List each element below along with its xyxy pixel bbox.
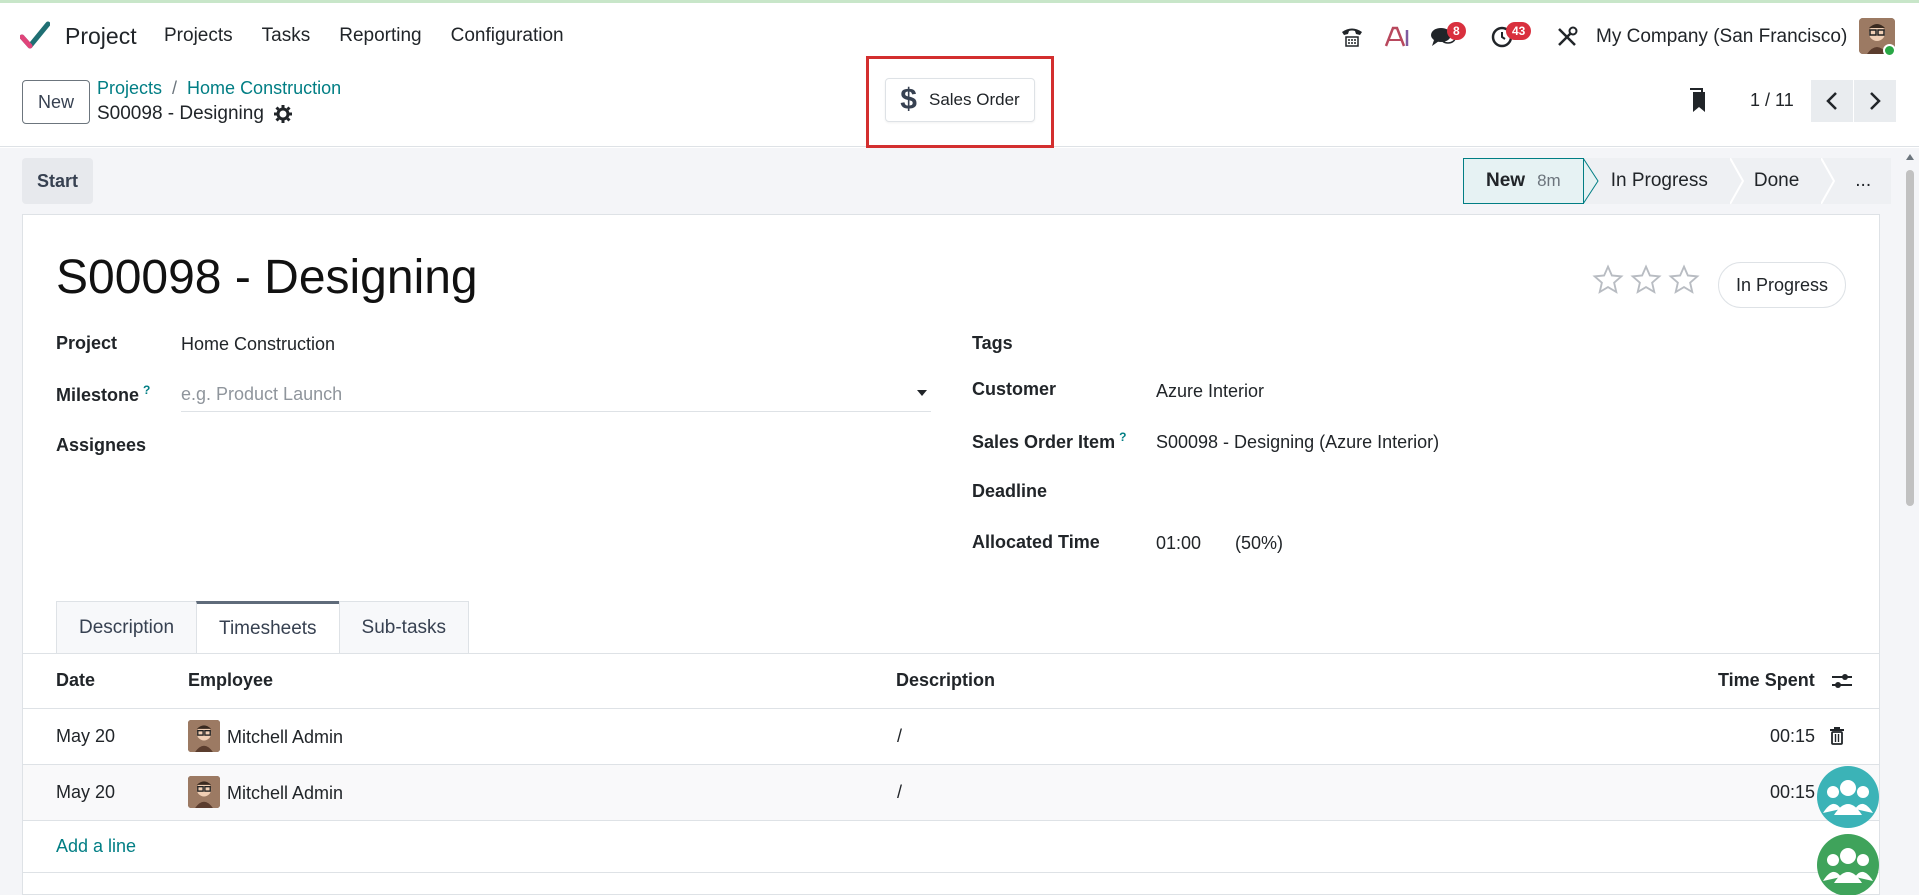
breadcrumb: Projects / Home Construction — [97, 78, 341, 99]
menu-reporting[interactable]: Reporting — [339, 25, 421, 47]
row-description: / — [897, 782, 903, 802]
stage-in-progress[interactable]: In Progress — [1598, 158, 1730, 204]
row-time-spent: 00:15 — [1770, 726, 1816, 746]
pager-previous-button[interactable] — [1811, 80, 1853, 122]
top-menu: Projects Tasks Reporting Configuration — [164, 25, 593, 47]
start-button[interactable]: Start — [22, 158, 93, 204]
kanban-state-button[interactable]: In Progress — [1718, 262, 1846, 308]
new-button[interactable]: New — [22, 80, 90, 124]
row-date: May 20 — [56, 726, 116, 746]
company-switcher[interactable]: My Company (San Francisco) — [1596, 26, 1847, 48]
tabs-divider — [22, 653, 1880, 654]
star-icon[interactable] — [1668, 264, 1700, 296]
team-chat-green-button[interactable] — [1817, 834, 1879, 895]
tab-timesheets[interactable]: Timesheets — [196, 601, 340, 654]
activities-count-badge: 43 — [1506, 22, 1532, 40]
allocated-time-field[interactable]: 01:00 — [1156, 533, 1201, 554]
row-time-spent: 00:15 — [1770, 782, 1816, 802]
column-description[interactable]: Description — [896, 670, 995, 691]
stage-new[interactable]: New 8m — [1463, 158, 1584, 204]
priority-stars — [1592, 264, 1700, 296]
star-icon[interactable] — [1630, 264, 1662, 296]
tools-icon[interactable] — [1553, 23, 1581, 51]
pager-value[interactable]: 1 / 11 — [1750, 90, 1794, 111]
bookmark-icon[interactable] — [1689, 88, 1709, 114]
add-a-line-link[interactable]: Add a line — [56, 836, 136, 857]
column-employee[interactable]: Employee — [188, 670, 273, 691]
help-icon[interactable]: ? — [143, 383, 150, 397]
task-title[interactable]: S00098 - Designing — [56, 250, 478, 305]
chevron-left-icon — [1826, 92, 1837, 110]
stage-done[interactable]: Done — [1743, 158, 1822, 204]
notebook-tabs: Description Timesheets Sub-tasks — [56, 601, 470, 654]
menu-projects[interactable]: Projects — [164, 25, 233, 47]
phone-icon[interactable] — [1338, 23, 1366, 51]
column-date[interactable]: Date — [56, 670, 95, 691]
milestone-input[interactable]: e.g. Product Launch — [181, 384, 931, 412]
tab-sub-tasks[interactable]: Sub-tasks — [338, 601, 470, 653]
user-online-status-icon — [1883, 44, 1896, 57]
table-bottom-border — [23, 872, 1879, 873]
deadline-label: Deadline — [972, 481, 1048, 501]
record-name: S00098 - Designing — [97, 103, 264, 124]
row-employee: Mitchell Admin — [227, 727, 344, 747]
project-app-logo-icon[interactable] — [20, 21, 50, 51]
gear-icon[interactable] — [273, 105, 292, 123]
employee-avatar — [188, 720, 220, 752]
employee-avatar — [188, 776, 220, 808]
table-row[interactable]: May 20 Mitchell Admin / 00:15 — [23, 764, 1879, 820]
chevron-down-icon[interactable] — [917, 390, 927, 396]
stage-statusbar: New 8m In Progress Done ... — [1463, 158, 1892, 204]
project-label: Project — [56, 333, 118, 353]
table-row[interactable]: May 20 Mitchell Admin / 00:15 — [23, 708, 1879, 764]
trash-icon[interactable] — [1829, 727, 1845, 745]
record-name-row: S00098 - Designing — [97, 103, 292, 125]
add-line-row — [23, 820, 1879, 872]
app-name[interactable]: Project — [65, 23, 137, 50]
sales-order-item-label-text: Sales Order Item — [972, 432, 1116, 452]
column-settings-icon[interactable] — [1831, 672, 1853, 690]
tags-label: Tags — [972, 333, 1013, 353]
ai-icon[interactable] — [1383, 23, 1411, 51]
customer-field[interactable]: Azure Interior — [1156, 381, 1264, 402]
team-chat-teal-button[interactable] — [1817, 766, 1879, 828]
highlight-box — [866, 56, 1054, 148]
help-icon[interactable]: ? — [1119, 430, 1126, 444]
pager-next-button[interactable] — [1854, 80, 1896, 122]
stage-arrow-3 — [1821, 158, 1836, 204]
stage-more[interactable]: ... — [1835, 158, 1892, 204]
chevron-right-icon — [1870, 92, 1881, 110]
milestone-placeholder: e.g. Product Launch — [181, 384, 343, 404]
sales-order-item-label: Sales Order Item? — [972, 430, 1126, 453]
allocated-time-percentage: (50%) — [1235, 533, 1284, 553]
column-time-spent[interactable]: Time Spent — [1718, 670, 1815, 691]
menu-configuration[interactable]: Configuration — [451, 25, 564, 47]
breadcrumb-projects[interactable]: Projects — [97, 78, 162, 99]
allocated-time-label: Allocated Time — [972, 532, 1100, 552]
row-employee: Mitchell Admin — [227, 783, 344, 803]
group-icon — [1823, 848, 1873, 883]
stage-new-duration: 8m — [1537, 171, 1561, 190]
stage-arrow-2 — [1729, 158, 1744, 204]
project-field[interactable]: Home Construction — [181, 334, 335, 355]
star-icon[interactable] — [1592, 264, 1624, 296]
row-description: / — [897, 726, 903, 746]
stage-new-label: New — [1486, 170, 1526, 191]
assignees-label: Assignees — [56, 435, 147, 455]
breadcrumb-separator: / — [172, 78, 178, 98]
messages-count-badge: 8 — [1447, 22, 1466, 40]
sales-order-item-field[interactable]: S00098 - Designing (Azure Interior) — [1156, 432, 1439, 453]
scroll-up-icon[interactable] — [1905, 153, 1915, 161]
customer-label: Customer — [972, 379, 1057, 399]
milestone-label-text: Milestone — [56, 385, 140, 405]
stage-arrow-1 — [1582, 158, 1599, 204]
scrollbar-thumb[interactable] — [1906, 170, 1914, 506]
row-date: May 20 — [56, 782, 116, 802]
group-icon — [1823, 780, 1873, 815]
milestone-label: Milestone? — [56, 383, 150, 406]
menu-tasks[interactable]: Tasks — [262, 25, 311, 47]
breadcrumb-home-construction[interactable]: Home Construction — [187, 78, 341, 99]
tab-description[interactable]: Description — [56, 601, 198, 653]
